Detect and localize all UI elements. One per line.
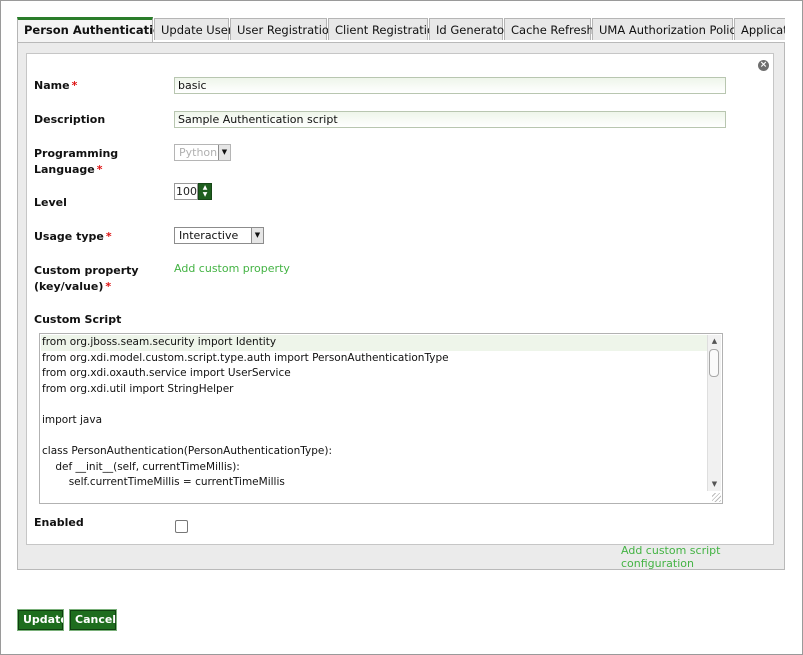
usage-type-label: Usage type * [34,230,112,243]
enabled-checkbox[interactable] [175,520,188,533]
scroll-up-icon[interactable]: ▲ [709,336,720,347]
usage-type-select[interactable]: Interactive ▼ [174,227,264,244]
script-line: import java [42,413,103,426]
script-line: self.currentTimeMillis = currentTimeMill… [42,476,285,489]
tab-person-authentication[interactable]: Person Authentication [17,17,169,42]
tab-uma-authorization-policies[interactable]: UMA Authorization Policies [592,18,752,40]
chevron-down-icon: ▼ [218,145,230,160]
programming-language-select: Python ▼ [174,144,231,161]
programming-language-label: Programming Language * [34,147,119,176]
chevron-up-icon[interactable]: ▲ [199,184,211,191]
script-line: def __init__(self, currentTimeMillis): [42,460,240,473]
name-label: Name * [34,79,78,92]
script-lines: from org.jboss.seam.security import Iden… [41,335,707,491]
tab-applications[interactable]: Applicati [734,18,785,40]
script-line: class PersonAuthentication(PersonAuthent… [42,445,332,458]
script-scrollbar[interactable]: ▲ ▼ [707,335,721,491]
script-panel: × Name * basic Description Sample Authent… [17,42,785,570]
add-custom-property-link[interactable]: Add custom property [174,262,290,275]
cancel-button[interactable]: Cancel [69,609,117,631]
custom-property-label: Custom property (key/value) * [34,264,139,293]
chevron-down-icon[interactable]: ▼ [199,191,211,198]
script-line: from org.xdi.util import StringHelper [42,382,234,395]
description-label: Description [34,113,106,126]
script-line: from org.xdi.model.custom.script.type.au… [42,351,449,364]
tab-cache-refresh[interactable]: Cache Refresh [504,18,594,40]
level-label: Level [34,196,67,209]
custom-script-label: Custom Script [34,313,122,326]
required-marker: * [71,79,78,92]
add-custom-script-configuration-link[interactable]: Add custom script configuration [621,544,784,570]
tab-update-user[interactable]: Update User [154,18,233,40]
scroll-down-icon[interactable]: ▼ [709,479,720,490]
script-line [41,397,707,413]
script-line: from org.jboss.seam.security import Iden… [41,335,707,351]
update-button[interactable]: Update [17,609,68,631]
custom-script-editor[interactable]: from org.jboss.seam.security import Iden… [39,333,723,504]
script-line [41,429,707,445]
required-marker: * [105,280,112,293]
tab-user-registration[interactable]: User Registration [230,18,336,40]
required-marker: * [96,163,103,176]
close-icon[interactable]: × [758,60,769,71]
description-input[interactable]: Sample Authentication script [174,111,726,128]
script-line: from org.xdi.oxauth.service import UserS… [42,367,291,380]
enabled-label: Enabled [34,516,84,529]
resize-grip-icon[interactable] [712,493,721,502]
level-input[interactable]: 100 [174,183,198,200]
required-marker: * [105,230,112,243]
level-stepper[interactable]: ▲ ▼ [198,183,212,200]
tab-client-registration[interactable]: Client Registration [328,18,441,40]
tab-id-generator[interactable]: Id Generator [429,18,509,40]
chevron-down-icon: ▼ [251,228,263,243]
tab-bar: Person Authentication Update User User R… [17,17,785,43]
name-input[interactable]: basic [174,77,726,94]
scroll-thumb[interactable] [709,349,719,377]
script-form: × Name * basic Description Sample Authent… [26,53,774,545]
